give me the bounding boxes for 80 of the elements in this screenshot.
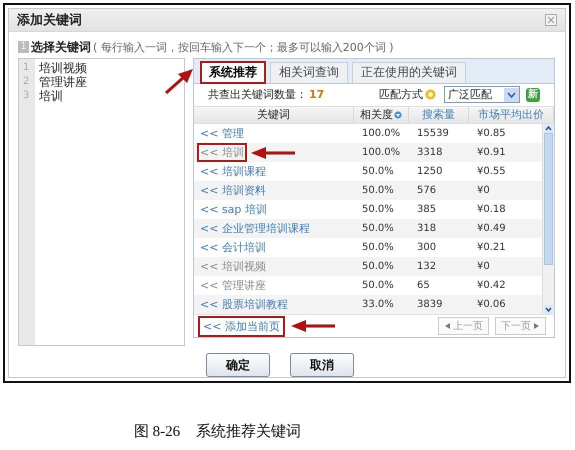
- line-number: 2: [22, 75, 30, 89]
- keyword-link[interactable]: << 培训视频: [199, 259, 267, 274]
- column-header[interactable]: 搜索量: [422, 107, 455, 122]
- close-icon: [545, 14, 557, 26]
- keyword-count: 17: [309, 88, 326, 102]
- step-hint: ( 每行输入一词，按回车输入下一个；最多可以输入200个词 ): [93, 40, 394, 54]
- keyword-link[interactable]: << 企业管理培训课程: [199, 221, 311, 236]
- step-label: 选择关键词: [31, 38, 91, 56]
- relevance-cell-text: 100.0%: [361, 147, 402, 158]
- arrow: [290, 320, 335, 332]
- search-volume-cell-text: 3839: [416, 299, 444, 310]
- relevance-cell-text: 50.0%: [361, 185, 395, 196]
- relevance-cell-text: 50.0%: [361, 261, 395, 272]
- price-cell-text: ¥0.91: [476, 147, 507, 158]
- keyword-line: 培训: [39, 89, 64, 103]
- keyword-link[interactable]: << 培训资料: [199, 183, 267, 198]
- figure-caption: 系统推荐关键词: [196, 422, 302, 441]
- count-label: 共查出关键词数量：: [208, 87, 307, 102]
- confirm-button[interactable]: 确定: [206, 353, 270, 377]
- price-cell-text: ¥0.85: [476, 128, 507, 140]
- dropdown-icon: [504, 88, 519, 102]
- select-value: 广泛匹配: [448, 87, 492, 102]
- keyword-textarea[interactable]: 1 2 3 培训视频 管理讲座 培训: [18, 58, 185, 346]
- price-cell-text: ¥0.06: [476, 299, 507, 310]
- search-volume-cell-text: 318: [416, 223, 438, 234]
- price-cell-text: ¥0.18: [476, 204, 507, 216]
- price-cell-text: ¥0.55: [476, 166, 507, 178]
- keyword-link[interactable]: << 培训课程: [199, 164, 267, 180]
- search-volume-cell-text: 1250: [416, 166, 444, 178]
- search-volume-cell-text: 132: [416, 261, 438, 272]
- relevance-cell-text: 50.0%: [361, 166, 395, 178]
- tab[interactable]: 相关词查询: [270, 62, 348, 83]
- sort-down-icon: [394, 110, 402, 120]
- search-volume-cell-text: 300: [416, 242, 438, 254]
- relevance-cell-text: 50.0%: [361, 280, 395, 292]
- column-header: 关键词: [257, 107, 290, 122]
- search-volume-cell-text: 385: [416, 204, 438, 216]
- line-number: 1: [22, 61, 30, 75]
- keyword-link[interactable]: << 股票培训教程: [199, 297, 289, 312]
- line-number: 3: [22, 89, 30, 103]
- keyword-line: 培训视频: [39, 61, 87, 75]
- relevance-cell-text: 100.0%: [361, 128, 402, 140]
- price-cell-text: ¥0: [476, 261, 491, 272]
- price-cell-text: ¥0.49: [476, 223, 507, 234]
- match-select[interactable]: 广泛匹配: [444, 86, 520, 104]
- price-cell-text: ¥0.21: [476, 242, 507, 254]
- keyword-link[interactable]: << 管理: [199, 126, 245, 142]
- keyword-link[interactable]: << 培训: [199, 145, 245, 160]
- match-label: 匹配方式: [379, 87, 423, 102]
- column-header[interactable]: 相关度: [360, 107, 393, 122]
- arrow: [250, 146, 295, 159]
- right-triangle-icon: [533, 322, 540, 330]
- new-badge: 新: [526, 88, 540, 102]
- arrow: [164, 69, 194, 95]
- scrollbar-thumb[interactable]: [544, 133, 553, 266]
- column-header[interactable]: 市场平均出价: [478, 107, 544, 122]
- dialog-title: 添加关键词: [17, 12, 82, 29]
- left-triangle-icon: [444, 322, 451, 330]
- relevance-cell-text: 50.0%: [361, 204, 395, 216]
- add-page-link[interactable]: << 添加当前页: [200, 318, 283, 335]
- cancel-button[interactable]: 取消: [290, 353, 354, 377]
- relevance-cell-text: 50.0%: [361, 223, 395, 234]
- scroll-down-icon: [544, 305, 553, 314]
- tab[interactable]: 系统推荐: [200, 60, 266, 84]
- keyword-line: 管理讲座: [39, 75, 87, 89]
- tab[interactable]: 正在使用的关键词: [352, 62, 466, 83]
- search-volume-cell-text: 576: [416, 185, 438, 196]
- relevance-cell-text: 33.0%: [361, 299, 395, 310]
- search-volume-cell-text: 15539: [416, 128, 450, 140]
- relevance-cell-text: 50.0%: [361, 242, 395, 254]
- keyword-link[interactable]: << 会计培训: [199, 240, 267, 256]
- keyword-link[interactable]: << 管理讲座: [199, 278, 267, 294]
- search-volume-cell-text: 3318: [416, 147, 444, 158]
- keyword-link[interactable]: << sap 培训: [199, 202, 268, 218]
- scroll-up-icon: [544, 124, 553, 134]
- figure-number: 图 8-26: [134, 423, 180, 441]
- search-volume-cell-text: 65: [416, 280, 431, 292]
- price-cell-text: ¥0.42: [476, 280, 507, 292]
- price-cell-text: ¥0: [476, 185, 491, 196]
- help-icon: [425, 89, 436, 100]
